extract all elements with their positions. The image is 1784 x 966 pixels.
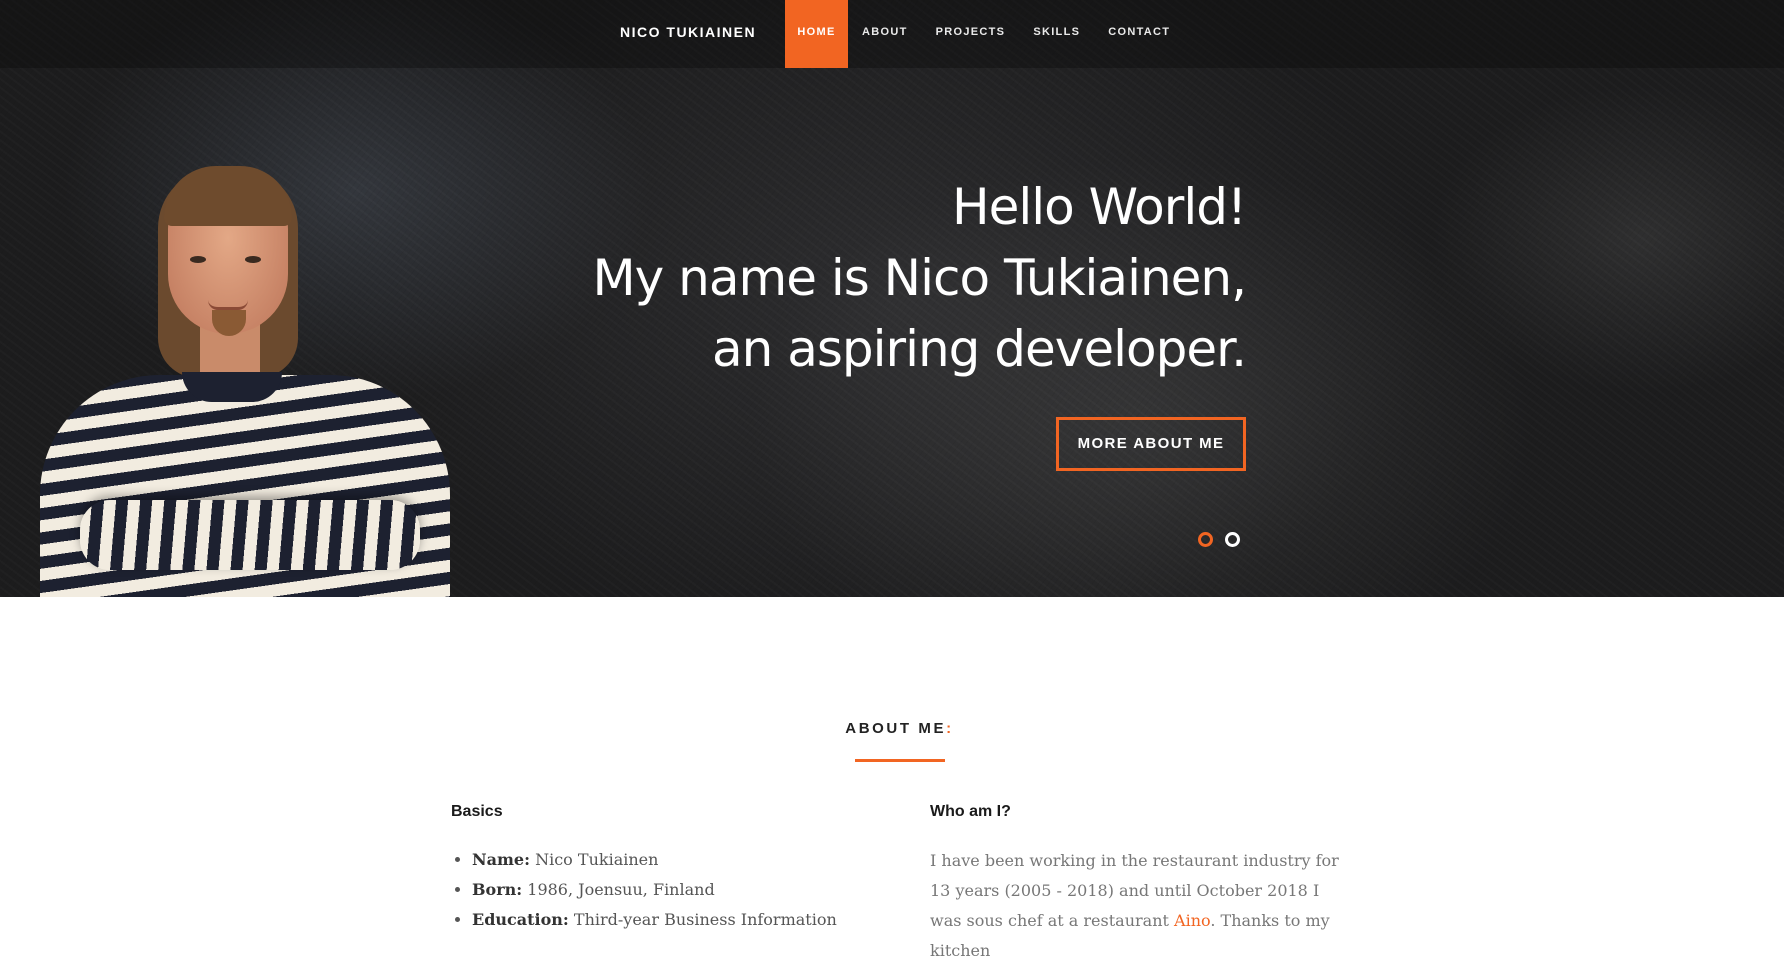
about-title-underline — [855, 759, 945, 762]
photo-eye-left — [190, 256, 206, 263]
top-navbar: NICO TUKIAINEN HOME ABOUT PROJECTS SKILL… — [0, 0, 1784, 68]
who-am-i-heading: Who am I? — [930, 803, 1011, 820]
more-about-me-button[interactable]: MORE ABOUT ME — [1056, 417, 1246, 471]
profile-photo — [40, 160, 450, 597]
slider-dot-1[interactable] — [1198, 532, 1213, 547]
basics-item-born: Born: 1986, Joensuu, Finland — [472, 875, 871, 905]
nav-item-projects[interactable]: PROJECTS — [922, 0, 1020, 68]
about-title: ABOUT ME: — [0, 720, 1784, 737]
basics-label: Education: — [472, 910, 569, 929]
basics-heading: Basics — [451, 803, 503, 820]
nav-menu: HOME ABOUT PROJECTS SKILLS CONTACT — [785, 0, 1184, 68]
photo-collar — [182, 372, 282, 402]
about-title-colon: : — [946, 720, 954, 737]
photo-mouth — [208, 300, 248, 310]
brand-logo[interactable]: NICO TUKIAINEN — [620, 0, 756, 68]
hero-heading: Hello World! My name is Nico Tukiainen, … — [500, 172, 1247, 385]
nav-item-skills[interactable]: SKILLS — [1019, 0, 1094, 68]
hero-line-greeting: Hello World! — [952, 178, 1247, 236]
nav-item-about[interactable]: ABOUT — [848, 0, 922, 68]
basics-item-education: Education: Third-year Business Informati… — [472, 905, 871, 935]
photo-eye-right — [245, 256, 261, 263]
basics-list: Name: Nico Tukiainen Born: 1986, Joensuu… — [451, 845, 871, 935]
hero-line-role: an aspiring developer. — [711, 320, 1247, 378]
nav-item-home[interactable]: HOME — [785, 0, 848, 68]
slider-pagination — [1198, 532, 1240, 547]
basics-item-name: Name: Nico Tukiainen — [472, 845, 871, 875]
who-am-i-text: I have been working in the restaurant in… — [930, 846, 1350, 966]
photo-crossed-arms — [80, 500, 420, 570]
basics-value: Nico Tukiainen — [530, 850, 659, 869]
basics-value: 1986, Joensuu, Finland — [522, 880, 715, 899]
photo-hairline — [164, 166, 292, 226]
basics-value: Third-year Business Information — [568, 910, 837, 929]
basics-label: Name: — [472, 850, 531, 869]
nav-item-contact[interactable]: CONTACT — [1094, 0, 1184, 68]
hero-line-name: My name is Nico Tukiainen, — [592, 249, 1247, 307]
aino-restaurant-link[interactable]: Aino — [1174, 911, 1210, 930]
basics-label: Born: — [472, 880, 523, 899]
hero-section: NICO TUKIAINEN HOME ABOUT PROJECTS SKILL… — [0, 0, 1784, 597]
about-title-text: ABOUT ME — [845, 720, 947, 737]
slider-dot-2[interactable] — [1225, 532, 1240, 547]
